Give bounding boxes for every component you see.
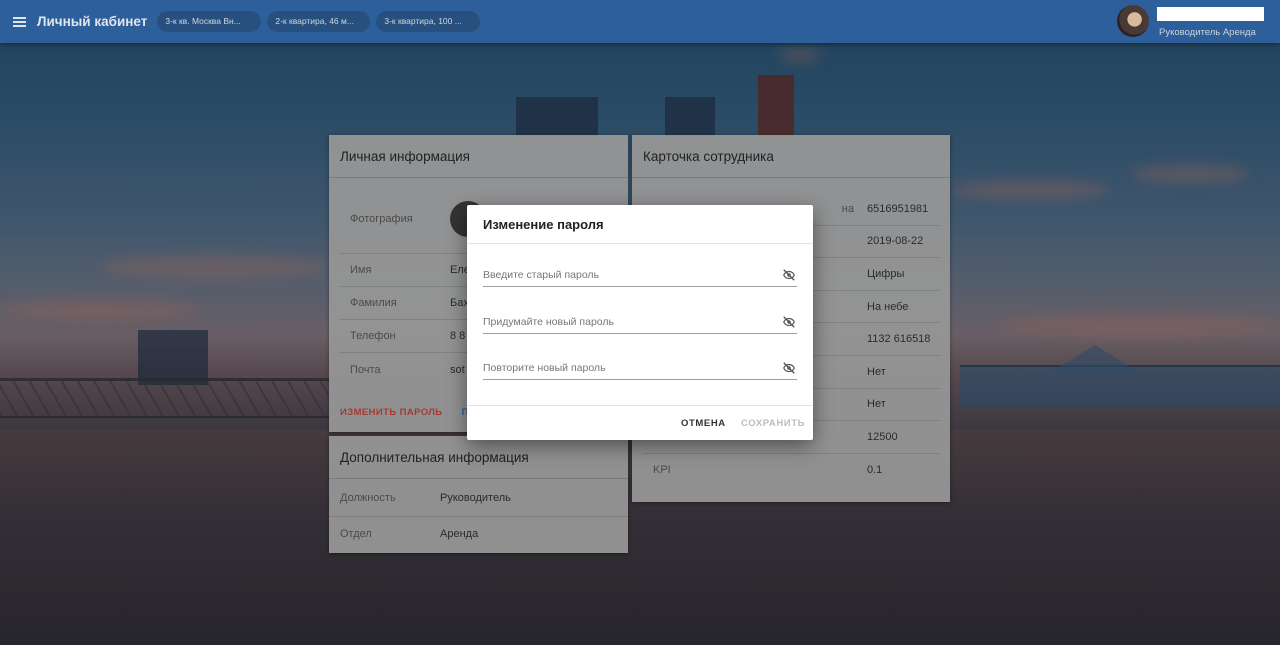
row-value: Руководитель <box>440 491 511 504</box>
change-password-dialog: Изменение пароля ОТМЕНА СОХРАНИТЬ <box>467 205 813 440</box>
row-value: 6516951981 <box>867 202 929 215</box>
card-title: Дополнительная информация <box>329 436 628 479</box>
new-password-input[interactable] <box>483 312 768 332</box>
row-label: Фотография <box>350 212 413 225</box>
row-value: 8 8 <box>450 330 466 342</box>
app-bar: Личный кабинет 3-к кв. Москва Вн... 2-к … <box>0 0 1280 43</box>
row-label: Должность <box>340 491 396 504</box>
cancel-button[interactable]: ОТМЕНА <box>681 418 726 429</box>
row-label: Фамилия <box>350 297 397 309</box>
row-label: Имя <box>350 264 372 276</box>
additional-info-card: Дополнительная информация Должность Руко… <box>329 436 628 553</box>
dialog-actions: ОТМЕНА СОХРАНИТЬ <box>467 405 813 440</box>
row-value: Аренда <box>440 527 479 540</box>
row-value: На небе <box>867 300 909 313</box>
row-label: KPI <box>653 464 671 477</box>
old-password-input[interactable] <box>483 265 768 285</box>
new-password-field <box>483 312 797 334</box>
table-row: Отдел Аренда <box>329 517 628 550</box>
tab-chip[interactable]: 3-к кв. Москва Вн... <box>157 11 262 32</box>
eye-off-icon[interactable] <box>781 315 797 329</box>
card-title: Карточка сотрудника <box>632 135 950 178</box>
card-actions: ИЗМЕНИТЬ ПАРОЛЬ П <box>340 407 469 418</box>
avatar[interactable] <box>1117 5 1149 37</box>
eye-off-icon[interactable] <box>781 268 797 282</box>
row-value: 12500 <box>867 430 898 443</box>
row-value: 2019-08-22 <box>867 235 924 248</box>
row-label: Телефон <box>350 330 396 342</box>
row-value: Нет <box>867 398 886 411</box>
row-label: Отдел <box>340 527 372 540</box>
tab-chip[interactable]: 3-к квартира, 100 ... <box>376 11 481 32</box>
dialog-title: Изменение пароля <box>467 205 813 244</box>
row-value: Цифры <box>867 267 905 280</box>
row-value: 1132 616518 <box>867 333 931 346</box>
row-value: Нет <box>867 365 886 378</box>
user-name-redacted <box>1157 7 1264 21</box>
eye-off-icon[interactable] <box>781 361 797 375</box>
row-label: Почта <box>350 363 381 376</box>
row-value: sot <box>450 363 465 376</box>
app-title[interactable]: Личный кабинет <box>37 14 147 29</box>
repeat-password-field <box>483 358 797 380</box>
save-button[interactable]: СОХРАНИТЬ <box>741 418 805 429</box>
tab-chip[interactable]: 2-к квартира, 46 м... <box>267 11 371 32</box>
old-password-field <box>483 265 797 287</box>
card-title: Личная информация <box>329 135 628 178</box>
user-role: Руководитель Аренда <box>1159 27 1256 38</box>
row-value: 0.1 <box>867 464 883 477</box>
menu-icon[interactable] <box>1 0 37 43</box>
table-row: KPI 0.1 <box>642 454 940 487</box>
repeat-password-input[interactable] <box>483 358 768 378</box>
table-row: Должность Руководитель <box>329 479 628 517</box>
change-password-button[interactable]: ИЗМЕНИТЬ ПАРОЛЬ <box>340 407 443 418</box>
